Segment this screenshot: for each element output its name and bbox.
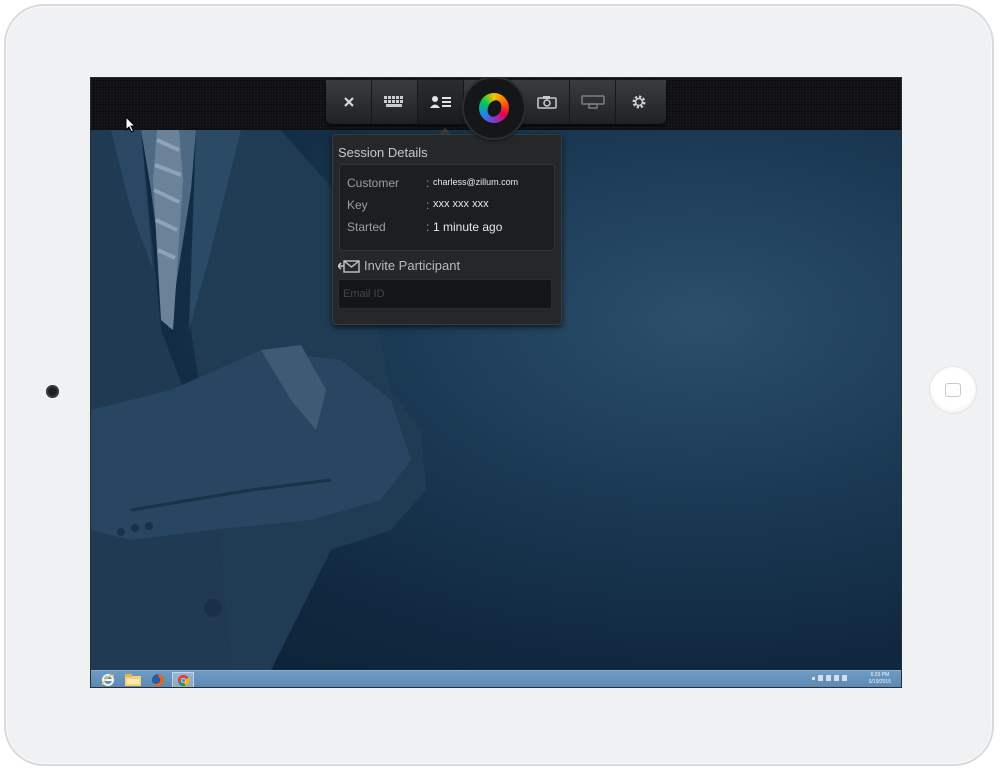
app-logo-icon xyxy=(479,93,509,123)
home-button[interactable] xyxy=(930,367,976,413)
file-explorer-icon xyxy=(125,674,141,686)
tray-arrow-icon xyxy=(812,676,815,680)
started-value: 1 minute ago xyxy=(433,220,503,234)
key-value: xxx xxx xxx xyxy=(433,198,489,210)
screenshot-button[interactable] xyxy=(524,80,570,124)
participants-icon xyxy=(429,96,451,108)
session-details-popover: Session Details Customer : charless@zill… xyxy=(332,134,562,325)
screen-icon xyxy=(580,95,605,109)
tablet-frame: Session Details Customer : charless@zill… xyxy=(4,4,994,766)
session-details-box: Customer : charless@zillum.com Key : xxx… xyxy=(339,164,555,251)
started-label: Started xyxy=(347,220,386,234)
tray-network-icon xyxy=(834,675,839,681)
front-camera xyxy=(46,385,59,398)
customer-label: Customer xyxy=(347,176,400,190)
system-tray[interactable] xyxy=(812,675,847,681)
keyboard-icon xyxy=(383,96,403,107)
started-colon: : xyxy=(426,220,430,234)
session-details-title: Session Details xyxy=(338,145,428,160)
clock-time: 6:23 PM xyxy=(870,672,890,678)
taskbar-firefox[interactable] xyxy=(147,672,169,687)
invite-participant-label: Invite Participant xyxy=(364,258,461,273)
close-icon xyxy=(343,97,354,107)
tray-display-icon xyxy=(826,675,831,681)
clock-date: 5/19/2015 xyxy=(868,679,891,685)
close-session-button[interactable] xyxy=(326,80,372,124)
key-label: Key xyxy=(347,198,368,212)
taskbar-explorer[interactable] xyxy=(122,672,144,687)
tray-flag-icon xyxy=(818,675,823,681)
app-logo-button[interactable] xyxy=(464,78,524,138)
participants-button[interactable] xyxy=(418,80,464,124)
key-colon: : xyxy=(426,198,430,212)
mouse-cursor xyxy=(125,116,137,133)
firefox-icon xyxy=(152,674,164,686)
chrome-icon xyxy=(177,674,190,686)
remote-screen: Session Details Customer : charless@zill… xyxy=(90,77,902,688)
email-id-input[interactable] xyxy=(338,279,552,309)
windows-taskbar: 6:23 PM 5/19/2015 xyxy=(91,670,901,687)
customer-value: charless@zillum.com xyxy=(433,177,519,187)
camera-icon xyxy=(536,96,557,109)
taskbar-clock[interactable]: 6:23 PM 5/19/2015 xyxy=(869,672,891,686)
tray-volume-icon xyxy=(842,675,847,681)
invite-mail-icon xyxy=(338,259,360,273)
invite-participant[interactable]: Invite Participant xyxy=(338,258,460,273)
taskbar-ie[interactable] xyxy=(97,672,119,687)
customer-colon: : xyxy=(426,176,430,190)
settings-button[interactable] xyxy=(616,80,662,124)
keyboard-button[interactable] xyxy=(372,80,418,124)
session-toolbar xyxy=(326,78,666,138)
settings-icon xyxy=(632,95,646,109)
switch-monitor-button[interactable] xyxy=(570,80,616,124)
internet-explorer-icon xyxy=(101,674,115,686)
taskbar-chrome[interactable] xyxy=(172,672,194,687)
